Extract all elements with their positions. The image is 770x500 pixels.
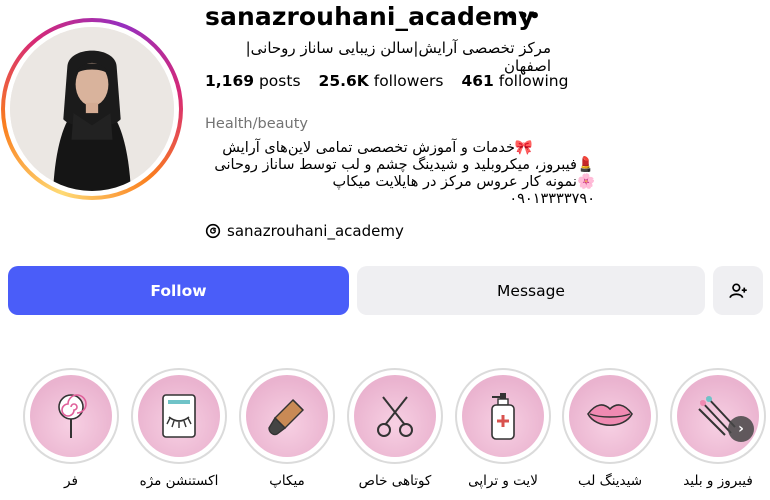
threads-link[interactable]: sanazrouhani_academy [205,222,404,240]
posts-label: posts [258,72,301,90]
highlight-item[interactable]: لایت و تراپی [455,368,551,489]
highlight-label: میکاپ [269,473,305,489]
highlight-cover [462,375,544,457]
followers-count: 25.6K [318,72,369,90]
highlight-ring [23,368,119,464]
highlight-ring [562,368,658,464]
profile-stats: 1,169 posts 25.6K followers 461 followin… [205,72,568,90]
highlight-ring [347,368,443,464]
profile-full-name: مرکز تخصصی آرایش|سالن زیبایی ساناز روحان… [245,39,551,75]
follow-button[interactable]: Follow [8,266,349,315]
avatar-border [5,22,179,196]
highlight-ring [455,368,551,464]
bio-line: 🎀خدمات و آموزش تخصصی تمامی لاین‌های آرای… [222,140,533,156]
avatar-image [10,27,174,191]
highlight-cover [569,375,651,457]
following-stat[interactable]: 461 following [461,72,568,90]
profile-category: Health/beauty [205,116,308,132]
highlight-cover [677,375,759,457]
followers-stat[interactable]: 25.6K followers [319,72,444,90]
highlight-label: لایت و تراپی [468,473,538,489]
highlight-item[interactable]: کوتاهی خاص [347,368,443,489]
following-count: 461 [461,72,494,90]
scissors-icon [377,396,413,437]
highlight-ring [131,368,227,464]
posts-count: 1,169 [205,72,255,90]
makeup-brush-icon [268,399,304,436]
highlight-cover [138,375,220,457]
suggest-user-button[interactable] [713,266,763,315]
highlight-label: اکستنشن مژه [139,473,219,489]
profile-avatar-ring[interactable] [1,18,183,200]
highlight-item[interactable]: شیدینگ لب [562,368,658,489]
message-button[interactable]: Message [357,266,705,315]
add-person-icon [729,283,747,298]
highlight-label: شیدینگ لب [577,473,643,489]
profile-bio: 🎀خدمات و آموزش تخصصی تمامی لاین‌های آرای… [205,140,595,208]
highlight-item[interactable]: فر [23,368,119,489]
highlight-item[interactable]: میکاپ [239,368,335,489]
highlight-ring [239,368,335,464]
followers-label: followers [373,72,444,90]
highlight-label: فیبروز و بلید [683,473,753,489]
highlight-label: کوتاهی خاص [358,473,432,489]
highlight-cover [30,375,112,457]
avatar[interactable] [10,27,174,191]
highlight-label: فر [64,473,78,489]
bio-line: 🌸نمونه کار عروس مرکز در هایلایت میکاپ [332,174,595,190]
profile-username: sanazrouhani_academy [205,2,535,31]
highlight-cover [246,375,328,457]
threads-icon [205,223,221,239]
lips-icon [587,404,633,427]
chevron-right-icon[interactable]: › [728,416,754,442]
eyelash-extension-icon [162,394,196,438]
lotion-bottle-icon [491,393,515,440]
highlight-ring [670,368,766,464]
bio-line: 💄فیبروز، میکروبلید و شیدینگ چشم و لب توس… [214,157,595,173]
highlight-item[interactable]: اکستنشن مژه [131,368,227,489]
more-options-icon[interactable]: ••• [506,6,541,27]
highlight-cover [354,375,436,457]
bio-phone: ۰۹۰۱۳۳۳۳۷۹۰ [509,191,595,207]
lollipop-icon [58,394,87,438]
following-label: following [498,72,569,90]
threads-handle: sanazrouhani_academy [227,222,404,240]
posts-stat[interactable]: 1,169 posts [205,72,301,90]
